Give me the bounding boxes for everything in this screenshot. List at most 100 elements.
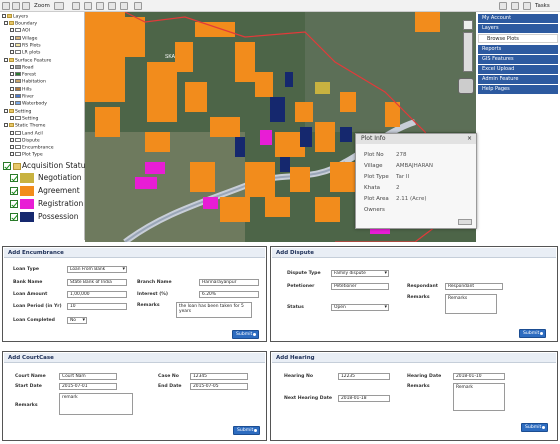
loan-type-select[interactable]: Loan From Bank [67,266,127,273]
layer-checkbox[interactable] [10,64,14,69]
layer-label: Habitation [22,79,46,85]
zoom-in-icon[interactable] [84,2,92,10]
map-control-up[interactable] [463,20,473,30]
end-date-input[interactable]: 2015-07-05 [190,383,248,390]
layer-checkbox[interactable] [10,115,14,120]
court-name-input[interactable]: Court Nam [59,373,117,380]
close-icon[interactable]: × [467,135,472,142]
submit-button[interactable]: Submit [519,329,546,338]
layer-checkbox[interactable] [4,21,8,25]
layer-checkbox[interactable] [10,145,14,150]
refresh-icon[interactable] [134,2,142,10]
legend-item[interactable]: Negotiation [10,172,82,184]
menu-layers[interactable]: Layers [478,24,558,33]
popup-settings-icon[interactable] [458,219,472,225]
layer-item[interactable]: Dispute [10,137,40,144]
legend-label: Possession [38,212,79,221]
layer-item[interactable]: LR plots [10,50,40,56]
menu-help-pages[interactable]: Help Pages [478,85,558,94]
info-icon[interactable] [22,2,30,10]
tasks-icon[interactable] [523,2,531,10]
layer-checkbox[interactable] [10,94,14,98]
interest-input[interactable]: 6.20% [199,291,259,298]
legend-item[interactable]: Agreement [10,185,80,197]
menu-reports[interactable]: Reports [478,45,558,54]
layer-item[interactable]: Habitation [10,79,46,85]
zoom-slider[interactable] [463,32,473,72]
menu-my-account[interactable]: My Account [478,14,558,23]
layer-item[interactable]: Hills [10,86,32,93]
hearing-date-input[interactable]: 2018-01-10 [453,373,505,380]
layer-item[interactable]: Plot Type [10,152,43,158]
next-hearing-date-input[interactable]: 2018-01-18 [338,395,390,402]
submit-button[interactable]: Submit [232,330,259,339]
layer-item[interactable]: Encumbrance [10,145,54,151]
layer-checkbox[interactable] [4,123,8,128]
loan-completed-select[interactable]: No [67,317,87,324]
layers-root[interactable]: Layers [2,14,28,20]
layer-item[interactable]: Static Theme [4,123,45,129]
layer-item[interactable]: River [10,94,34,100]
menu-admin-feature[interactable]: Admin Feature [478,75,558,84]
layer-checkbox[interactable] [10,137,14,142]
layer-checkbox[interactable] [4,57,8,62]
bank-name-input[interactable]: State Bank of India [67,279,127,286]
layer-checkbox[interactable] [10,86,14,91]
submit-button[interactable]: Submit [233,426,260,435]
petitioner-input[interactable]: Petetioner [331,283,389,290]
layer-item[interactable]: Waterbody [10,101,47,107]
layer-checkbox[interactable] [10,50,14,55]
measure-icon[interactable] [108,2,116,10]
layer-checkbox[interactable] [10,152,14,157]
respondant-input[interactable]: Respondant [445,283,503,290]
layer-checkbox[interactable] [10,28,14,33]
start-date-input[interactable]: 2015-07-01 [59,383,117,390]
back-icon[interactable] [499,2,507,10]
layer-checkbox[interactable] [10,42,14,47]
layer-item[interactable]: RS Plots [10,42,41,49]
status-select[interactable]: Open [331,304,389,311]
legend-title-row[interactable]: Acquisition Status [3,160,89,172]
print-icon[interactable] [12,2,20,10]
zoom-select[interactable] [54,2,64,10]
layer-checkbox[interactable] [4,108,8,113]
pan-control-icon[interactable] [458,78,474,94]
layer-checkbox[interactable] [10,35,14,40]
dispute-type-select[interactable]: Family dispute [331,270,389,277]
menu-excel-upload[interactable]: Excel Upload [478,65,558,74]
submit-button[interactable]: Submit [521,423,548,432]
select-icon[interactable] [120,2,128,10]
tasks-label[interactable]: Tasks [535,2,550,10]
layer-item[interactable]: AOI [10,28,30,34]
layer-item[interactable]: Setting [4,108,31,115]
layer-item[interactable]: Surface Feature [4,57,51,64]
remarks-textarea[interactable]: Remark [453,383,505,411]
layer-checkbox[interactable] [10,79,14,84]
loan-period-input[interactable]: 10 [67,303,127,310]
forward-icon[interactable] [511,2,519,10]
layer-checkbox[interactable] [10,130,14,135]
layer-item[interactable]: Boundary [4,21,37,27]
hearing-no-input[interactable]: 12235 [338,373,390,380]
home-icon[interactable] [2,2,10,10]
loan-amount-input[interactable]: 1,00,000 [67,291,127,298]
remarks-textarea[interactable]: remark [59,393,133,415]
branch-name-input[interactable]: Harinarayanpur [199,279,259,286]
layer-item[interactable]: Setting [10,115,38,122]
layer-item[interactable]: Road [10,64,34,71]
hearing-no-label: Hearing No [284,374,314,379]
menu-gis-features[interactable]: GIS Features [478,55,558,64]
zoom-out-icon[interactable] [96,2,104,10]
layer-checkbox[interactable] [10,101,14,106]
menu-browse-plots[interactable]: Browse Plots [478,34,558,43]
layer-item[interactable]: Village [10,35,37,42]
case-no-input[interactable]: 12345 [190,373,248,380]
layer-item[interactable]: Forest [10,72,36,78]
legend-item[interactable]: Registration [10,198,83,210]
remarks-textarea[interactable]: Remarks [445,294,497,314]
legend-item[interactable]: Possession [10,211,79,223]
pan-icon[interactable] [72,2,80,10]
remarks-textarea[interactable]: the loan has been taken for 5 years [176,302,252,318]
layer-checkbox[interactable] [10,72,14,77]
layer-item[interactable]: Land Acil [10,130,43,137]
